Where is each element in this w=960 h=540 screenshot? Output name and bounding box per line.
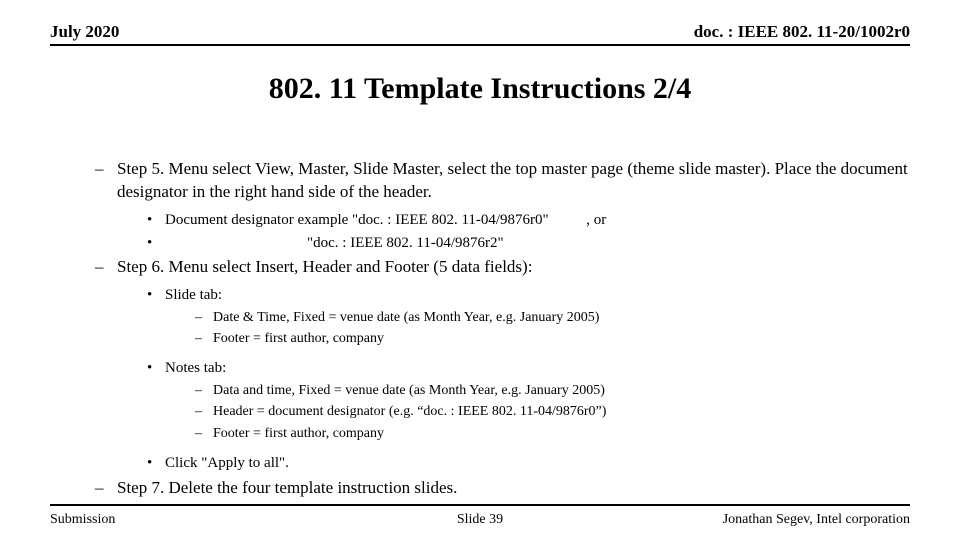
apply-to-all: • Click "Apply to all". xyxy=(147,453,910,473)
header-date: July 2020 xyxy=(50,22,119,42)
step-7-text: Step 7. Delete the four template instruc… xyxy=(117,477,910,500)
dash-marker: – xyxy=(195,309,213,328)
bullet-marker: • xyxy=(147,210,165,230)
apply-to-all-text: Click "Apply to all". xyxy=(165,453,910,473)
step-6-text: Step 6. Menu select Insert, Header and F… xyxy=(117,256,910,279)
designator-example-1-text: Document designator example "doc. : IEEE… xyxy=(165,210,910,230)
designator-example-1a: Document designator example "doc. : IEEE… xyxy=(165,212,549,228)
dash-marker: – xyxy=(195,382,213,401)
slide: July 2020 doc. : IEEE 802. 11-20/1002r0 … xyxy=(0,0,960,540)
designator-example-2-text: "doc. : IEEE 802. 11-04/9876r2" xyxy=(165,233,910,253)
slide-tab: • Slide tab: xyxy=(147,285,910,305)
slide-title: 802. 11 Template Instructions 2/4 xyxy=(0,72,960,106)
dash-marker: – xyxy=(95,158,117,204)
notes-tab-label: Notes tab: xyxy=(165,358,910,378)
notes-tab-item-2-text: Header = document designator (e.g. “doc.… xyxy=(213,403,606,422)
designator-example-1: • Document designator example "doc. : IE… xyxy=(147,210,910,230)
slide-tab-label: Slide tab: xyxy=(165,285,910,305)
bullet-marker: • xyxy=(147,233,165,253)
notes-tab-item-3-text: Footer = first author, company xyxy=(213,425,384,444)
header-doc-designator: doc. : IEEE 802. 11-20/1002r0 xyxy=(694,22,910,42)
slide-body: – Step 5. Menu select View, Master, Slid… xyxy=(95,158,910,499)
dash-marker: – xyxy=(195,403,213,422)
footer-author: Jonathan Segev, Intel corporation xyxy=(723,512,910,528)
header-rule xyxy=(50,44,910,46)
bullet-marker: • xyxy=(147,453,165,473)
slide-tab-item-1-text: Date & Time, Fixed = venue date (as Mont… xyxy=(213,309,599,328)
dash-marker: – xyxy=(195,330,213,349)
notes-tab-item-1: – Data and time, Fixed = venue date (as … xyxy=(195,382,910,401)
designator-example-2-value: "doc. : IEEE 802. 11-04/9876r2" xyxy=(307,235,504,251)
slide-tab-item-2-text: Footer = first author, company xyxy=(213,330,384,349)
bullet-marker: • xyxy=(147,285,165,305)
dash-marker: – xyxy=(195,425,213,444)
dash-marker: – xyxy=(95,256,117,279)
notes-tab-item-1-text: Data and time, Fixed = venue date (as Mo… xyxy=(213,382,605,401)
step-6: – Step 6. Menu select Insert, Header and… xyxy=(95,256,910,279)
notes-tab-item-3: – Footer = first author, company xyxy=(195,425,910,444)
step-7: – Step 7. Delete the four template instr… xyxy=(95,477,910,500)
slide-tab-item-2: – Footer = first author, company xyxy=(195,330,910,349)
step-5-text: Step 5. Menu select View, Master, Slide … xyxy=(117,158,910,204)
notes-tab-item-2: – Header = document designator (e.g. “do… xyxy=(195,403,910,422)
slide-tab-item-1: – Date & Time, Fixed = venue date (as Mo… xyxy=(195,309,910,328)
footer-rule xyxy=(50,504,910,506)
dash-marker: – xyxy=(95,477,117,500)
notes-tab: • Notes tab: xyxy=(147,358,910,378)
bullet-marker: • xyxy=(147,358,165,378)
step-5: – Step 5. Menu select View, Master, Slid… xyxy=(95,158,910,204)
designator-example-2: • "doc. : IEEE 802. 11-04/9876r2" xyxy=(147,233,910,253)
designator-example-1b: , or xyxy=(586,212,606,228)
